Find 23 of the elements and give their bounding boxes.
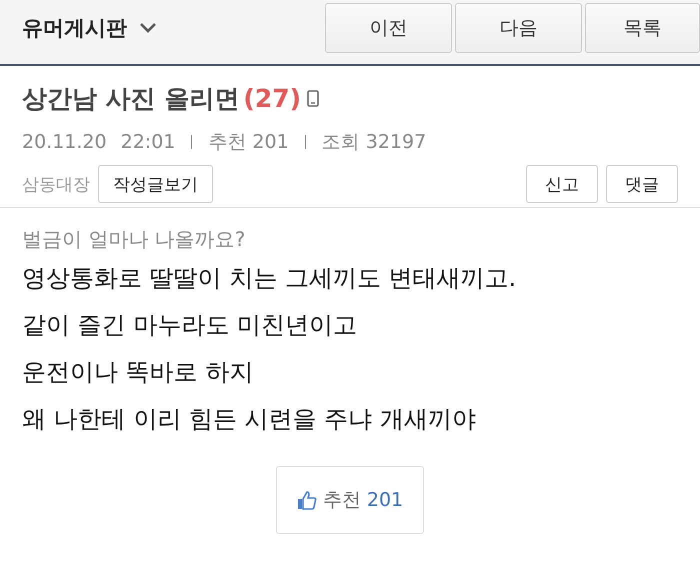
comment-count: (27) bbox=[243, 84, 302, 113]
recommend-count: 추천 201 bbox=[208, 130, 289, 155]
nav-button[interactable]: 이전 bbox=[325, 3, 452, 53]
body-text: 영상통화로 딸딸이 치는 그세끼도 변태새끼고. bbox=[22, 263, 518, 294]
chevron-down-icon[interactable] bbox=[139, 22, 157, 34]
phone-icon bbox=[307, 90, 320, 107]
author-posts-button[interactable]: 작성글보기 bbox=[98, 165, 213, 203]
author-name: 삼동대장 bbox=[22, 174, 90, 196]
nav-button[interactable]: 목록 bbox=[585, 3, 700, 53]
action-button[interactable]: 댓글 bbox=[606, 165, 678, 203]
post-title: 상간남 사진 올리면 bbox=[22, 83, 240, 115]
nav-button[interactable]: 다음 bbox=[455, 3, 582, 53]
post-time: 22:01 bbox=[120, 131, 176, 153]
board-name: 유머게시판 bbox=[22, 15, 127, 42]
post-date: 20.11.20 bbox=[22, 131, 107, 153]
view-count: 조회 32197 bbox=[322, 130, 426, 155]
recommend-button[interactable]: 추천 201 bbox=[276, 466, 424, 534]
thumbs-up-icon bbox=[296, 490, 317, 510]
body-text: 운전이나 똑바로 하지 bbox=[22, 357, 254, 388]
body-text: 같이 즐긴 마누라도 미친년이고 bbox=[22, 310, 358, 341]
body-text: 벌금이 얼마나 나올까요? bbox=[22, 226, 246, 253]
action-button[interactable]: 신고 bbox=[526, 165, 598, 203]
body-text: 왜 나한테 이리 힘든 시련을 주냐 개새끼야 bbox=[22, 404, 477, 435]
